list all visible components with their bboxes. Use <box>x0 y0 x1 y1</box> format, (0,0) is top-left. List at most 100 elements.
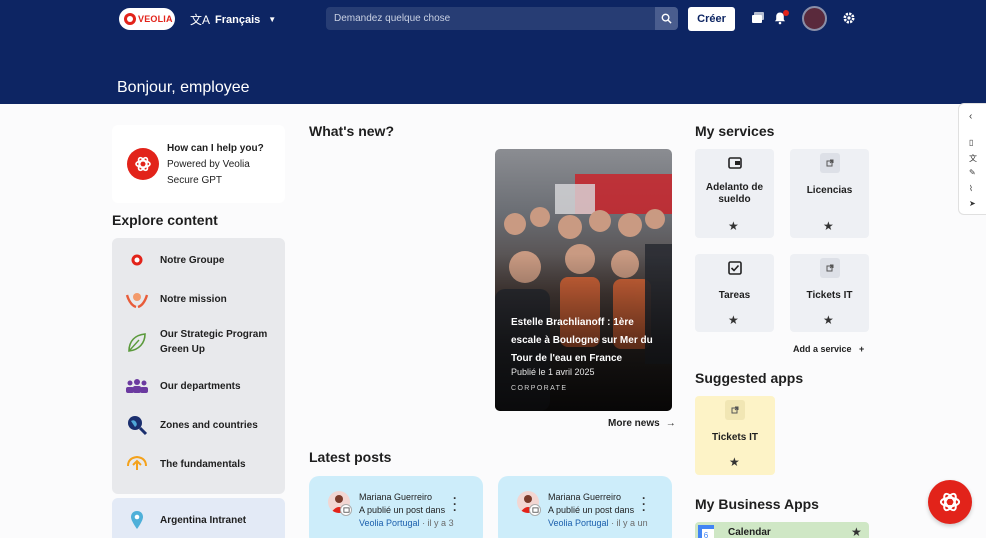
service-tile-tickets-it[interactable]: Tickets IT ★ <box>790 254 869 332</box>
service-label: Licencias <box>806 185 853 196</box>
whats-new-title: What's new? <box>309 123 394 139</box>
secure-gpt-icon <box>939 492 961 512</box>
post-action: A publié un post dans <box>548 505 635 515</box>
external-link-icon <box>820 153 840 173</box>
suggested-app-label: Tickets IT <box>712 432 758 443</box>
create-button[interactable]: Créer <box>688 7 735 31</box>
business-app-label: Calendar <box>728 527 771 538</box>
veolia-logo[interactable]: VEOLIA <box>119 8 175 30</box>
more-news-link[interactable]: More news → <box>608 418 676 429</box>
explore-item-zones[interactable]: Zones and countries <box>124 414 275 436</box>
search-bar <box>326 7 678 30</box>
plus-icon: + <box>859 344 865 354</box>
messages-icon[interactable] <box>751 11 765 25</box>
post-group-link[interactable]: Veolia Portugal <box>359 518 420 528</box>
post-type-icon <box>340 504 352 516</box>
language-selector[interactable]: 文A Français ▼ <box>190 11 276 28</box>
globe-search-icon <box>124 414 150 436</box>
map-pin-icon <box>124 509 150 531</box>
star-icon[interactable]: ★ <box>728 313 739 327</box>
post-type-icon <box>529 504 541 516</box>
post-group-link[interactable]: Veolia Portugal <box>548 518 609 528</box>
explore-panel: Notre Groupe Notre mission Our Strategic… <box>112 238 285 494</box>
suggested-app-tickets-it[interactable]: Tickets IT ★ <box>695 396 775 475</box>
service-label: Tickets IT <box>806 290 853 301</box>
post-time: · il y a un <box>611 518 648 528</box>
search-input[interactable] <box>326 7 655 30</box>
explore-item-notre-mission[interactable]: Notre mission <box>124 288 275 310</box>
svg-text:6: 6 <box>704 531 709 538</box>
business-apps-title: My Business Apps <box>695 496 819 512</box>
chevron-down-icon: ▼ <box>268 15 277 24</box>
more-news-label: More news <box>608 418 660 429</box>
intranet-item: Argentina Intranet <box>124 509 275 531</box>
explore-item-green-up[interactable]: Our Strategic Program Green Up <box>124 327 275 357</box>
side-toolbar: ‹ ▯ 文 ✎ ⌇ ➤ <box>958 103 986 215</box>
service-label: Adelanto de sueldo <box>705 182 764 205</box>
arrow-right-icon: → <box>665 418 676 429</box>
gear-icon[interactable] <box>842 11 856 25</box>
assistant-title: How can I help you? <box>167 143 264 154</box>
star-icon[interactable]: ★ <box>728 219 739 233</box>
bookmark-icon[interactable]: ▯ <box>969 138 973 147</box>
leaf-icon <box>124 331 150 353</box>
explore-title: Explore content <box>112 212 218 228</box>
external-link-icon <box>820 258 840 278</box>
language-label: Français <box>215 13 261 26</box>
assistant-subtitle: Powered by Veolia Secure GPT <box>167 159 250 186</box>
explore-item-fundamentals[interactable]: The fundamentals <box>124 453 275 475</box>
chart-icon[interactable]: ⌇ <box>969 184 973 193</box>
notification-badge <box>783 10 789 16</box>
top-header: VEOLIA 文A Français ▼ Créer Bonjour, empl… <box>0 0 986 104</box>
people-icon <box>124 375 150 397</box>
news-category: CORPORATE <box>511 385 568 392</box>
post-text: Mariana Guerreiro A publié un post dans … <box>359 491 459 530</box>
post-card[interactable]: Mariana Guerreiro A publié un post dans … <box>309 476 483 538</box>
star-icon[interactable]: ★ <box>851 525 862 538</box>
translate-icon[interactable]: 文 <box>969 153 977 164</box>
external-link-icon <box>725 400 745 420</box>
post-card[interactable]: Mariana Guerreiro A publié un post dans … <box>498 476 672 538</box>
post-action: A publié un post dans <box>359 505 446 515</box>
post-text: Mariana Guerreiro A publié un post dans … <box>548 491 648 530</box>
send-icon[interactable]: ➤ <box>969 199 976 208</box>
explore-item-notre-groupe[interactable]: Notre Groupe <box>124 249 275 271</box>
veolia-logo-icon <box>124 249 150 271</box>
greeting-text: Bonjour, employee <box>117 79 250 96</box>
service-label: Tareas <box>718 290 751 301</box>
post-author: Mariana Guerreiro <box>548 492 622 502</box>
service-tile-adelanto[interactable]: Adelanto de sueldo ★ <box>695 149 774 238</box>
pencil-icon[interactable]: ✎ <box>969 168 976 177</box>
post-time: · il y a 3 <box>422 518 454 528</box>
business-app-calendar[interactable]: 6 Calendar ★ <box>695 522 869 538</box>
star-icon[interactable]: ★ <box>823 219 834 233</box>
add-service-button[interactable]: Add a service + <box>793 344 864 354</box>
translate-icon: 文A <box>190 13 211 27</box>
my-services-title: My services <box>695 123 775 139</box>
latest-posts-title: Latest posts <box>309 449 392 465</box>
search-icon <box>661 13 672 24</box>
more-options-icon[interactable]: · · · <box>453 492 457 516</box>
service-tile-licencias[interactable]: Licencias ★ <box>790 149 869 238</box>
hands-icon <box>124 288 150 310</box>
assistant-fab-button[interactable] <box>928 480 972 524</box>
add-service-label: Add a service <box>793 344 852 354</box>
news-title: Estelle Brachlianoff : 1ère escale à Bou… <box>511 317 653 364</box>
star-icon[interactable]: ★ <box>729 455 740 469</box>
search-button[interactable] <box>655 7 678 30</box>
suggested-apps-title: Suggested apps <box>695 370 804 386</box>
veolia-logo-icon <box>124 13 136 25</box>
chevron-left-icon[interactable]: ‹ <box>969 111 972 122</box>
user-avatar[interactable] <box>802 6 827 31</box>
hand-upload-icon <box>124 453 150 475</box>
more-options-icon[interactable]: · · · <box>642 492 646 516</box>
calendar-icon: 6 <box>698 525 714 538</box>
star-icon[interactable]: ★ <box>823 313 834 327</box>
argentina-intranet-link[interactable]: Argentina Intranet <box>112 498 285 538</box>
secure-gpt-icon <box>127 148 159 180</box>
wallet-icon <box>725 153 745 173</box>
ai-assistant-card[interactable]: How can I help you? Powered by Veolia Se… <box>112 125 285 203</box>
explore-item-departments[interactable]: Our departments <box>124 375 275 397</box>
news-card[interactable]: Estelle Brachlianoff : 1ère escale à Bou… <box>495 149 672 411</box>
service-tile-tareas[interactable]: Tareas ★ <box>695 254 774 332</box>
